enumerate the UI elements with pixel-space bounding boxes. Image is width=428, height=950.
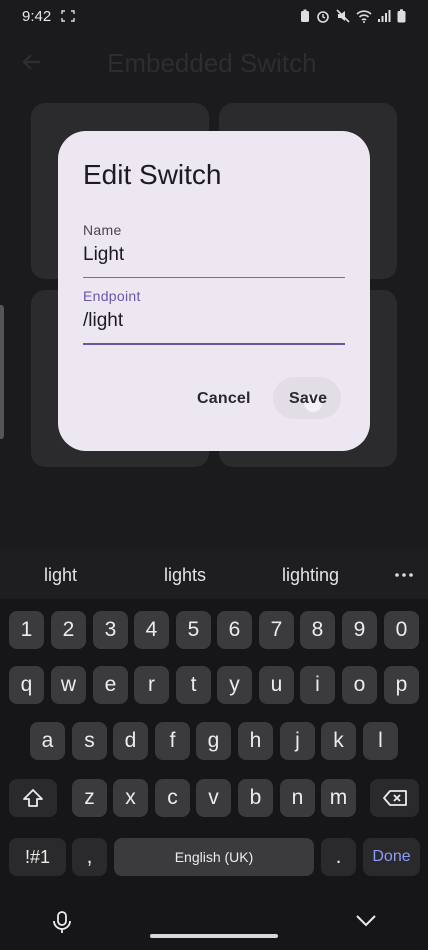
- suggestion-item[interactable]: lights: [164, 565, 206, 586]
- key-8[interactable]: 8: [300, 611, 335, 649]
- app-title: Embedded Switch: [107, 48, 317, 78]
- key-b[interactable]: b: [238, 779, 273, 817]
- suggestion-strip: light lights lighting: [0, 551, 428, 599]
- key-h[interactable]: h: [238, 722, 273, 760]
- name-input[interactable]: Light: [83, 244, 345, 266]
- done-key[interactable]: Done: [363, 838, 420, 876]
- wifi-icon: [356, 9, 372, 23]
- edge-handle[interactable]: [0, 305, 4, 439]
- name-field[interactable]: Name Light: [83, 222, 345, 278]
- endpoint-input[interactable]: /light: [83, 310, 345, 332]
- key-7[interactable]: 7: [259, 611, 294, 649]
- status-bar: 9:42: [0, 0, 428, 32]
- key-j[interactable]: j: [280, 722, 315, 760]
- chevron-down-icon[interactable]: [355, 914, 377, 928]
- key-a[interactable]: a: [30, 722, 65, 760]
- key-n[interactable]: n: [280, 779, 315, 817]
- app-bar: Embedded Switch: [0, 36, 428, 92]
- key-s[interactable]: s: [72, 722, 107, 760]
- alarm-icon: [317, 11, 329, 23]
- alarm-battery-icon: [301, 9, 309, 22]
- key-3[interactable]: 3: [93, 611, 128, 649]
- key-9[interactable]: 9: [342, 611, 377, 649]
- key-k[interactable]: k: [321, 722, 356, 760]
- key-2[interactable]: 2: [51, 611, 86, 649]
- more-options-icon[interactable]: [395, 573, 413, 577]
- symbols-key[interactable]: !#1: [9, 838, 66, 876]
- key-w[interactable]: w: [51, 666, 86, 704]
- space-key[interactable]: English (UK): [114, 838, 314, 876]
- key-1[interactable]: 1: [9, 611, 44, 649]
- key-e[interactable]: e: [93, 666, 128, 704]
- key-o[interactable]: o: [342, 666, 377, 704]
- endpoint-label: Endpoint: [83, 288, 141, 304]
- suggestion-item[interactable]: light: [44, 565, 77, 586]
- key-t[interactable]: t: [176, 666, 211, 704]
- key-u[interactable]: u: [259, 666, 294, 704]
- microphone-icon[interactable]: [52, 910, 72, 934]
- key-z[interactable]: z: [72, 779, 107, 817]
- key-x[interactable]: x: [113, 779, 148, 817]
- back-arrow-icon[interactable]: [20, 50, 44, 74]
- backspace-key[interactable]: [370, 779, 419, 817]
- key-p[interactable]: p: [384, 666, 419, 704]
- save-button[interactable]: Save: [289, 390, 327, 408]
- shift-key[interactable]: [9, 779, 57, 817]
- mute-icon: [336, 9, 350, 23]
- battery-icon: [397, 9, 406, 23]
- key-d[interactable]: d: [113, 722, 148, 760]
- shift-icon: [23, 789, 43, 807]
- period-key[interactable]: .: [321, 838, 356, 876]
- edit-switch-dialog: Edit Switch Name Light Endpoint /light C…: [58, 131, 370, 451]
- key-m[interactable]: m: [321, 779, 356, 817]
- dialog-title: Edit Switch: [83, 159, 222, 190]
- key-g[interactable]: g: [196, 722, 231, 760]
- key-5[interactable]: 5: [176, 611, 211, 649]
- screenshot-icon: [61, 10, 75, 22]
- key-q[interactable]: q: [9, 666, 44, 704]
- soft-keyboard: light lights lighting 1 2 3 4 5 6 7 8 9 …: [0, 551, 428, 950]
- key-i[interactable]: i: [300, 666, 335, 704]
- key-y[interactable]: y: [217, 666, 252, 704]
- key-r[interactable]: r: [134, 666, 169, 704]
- navigation-bar: [0, 896, 428, 950]
- status-time: 9:42: [22, 7, 52, 25]
- key-v[interactable]: v: [196, 779, 231, 817]
- backspace-icon: [382, 790, 407, 806]
- key-f[interactable]: f: [155, 722, 190, 760]
- key-c[interactable]: c: [155, 779, 190, 817]
- key-4[interactable]: 4: [134, 611, 169, 649]
- gesture-handle[interactable]: [150, 934, 278, 938]
- key-l[interactable]: l: [363, 722, 398, 760]
- comma-key[interactable]: ,: [72, 838, 107, 876]
- endpoint-field[interactable]: Endpoint /light: [83, 288, 345, 345]
- name-label: Name: [83, 222, 122, 238]
- signal-icon: [378, 10, 391, 22]
- endpoint-underline: [83, 343, 345, 345]
- suggestion-item[interactable]: lighting: [282, 565, 339, 586]
- key-0[interactable]: 0: [384, 611, 419, 649]
- name-underline: [83, 277, 345, 278]
- cancel-button[interactable]: Cancel: [197, 390, 251, 408]
- key-6[interactable]: 6: [217, 611, 252, 649]
